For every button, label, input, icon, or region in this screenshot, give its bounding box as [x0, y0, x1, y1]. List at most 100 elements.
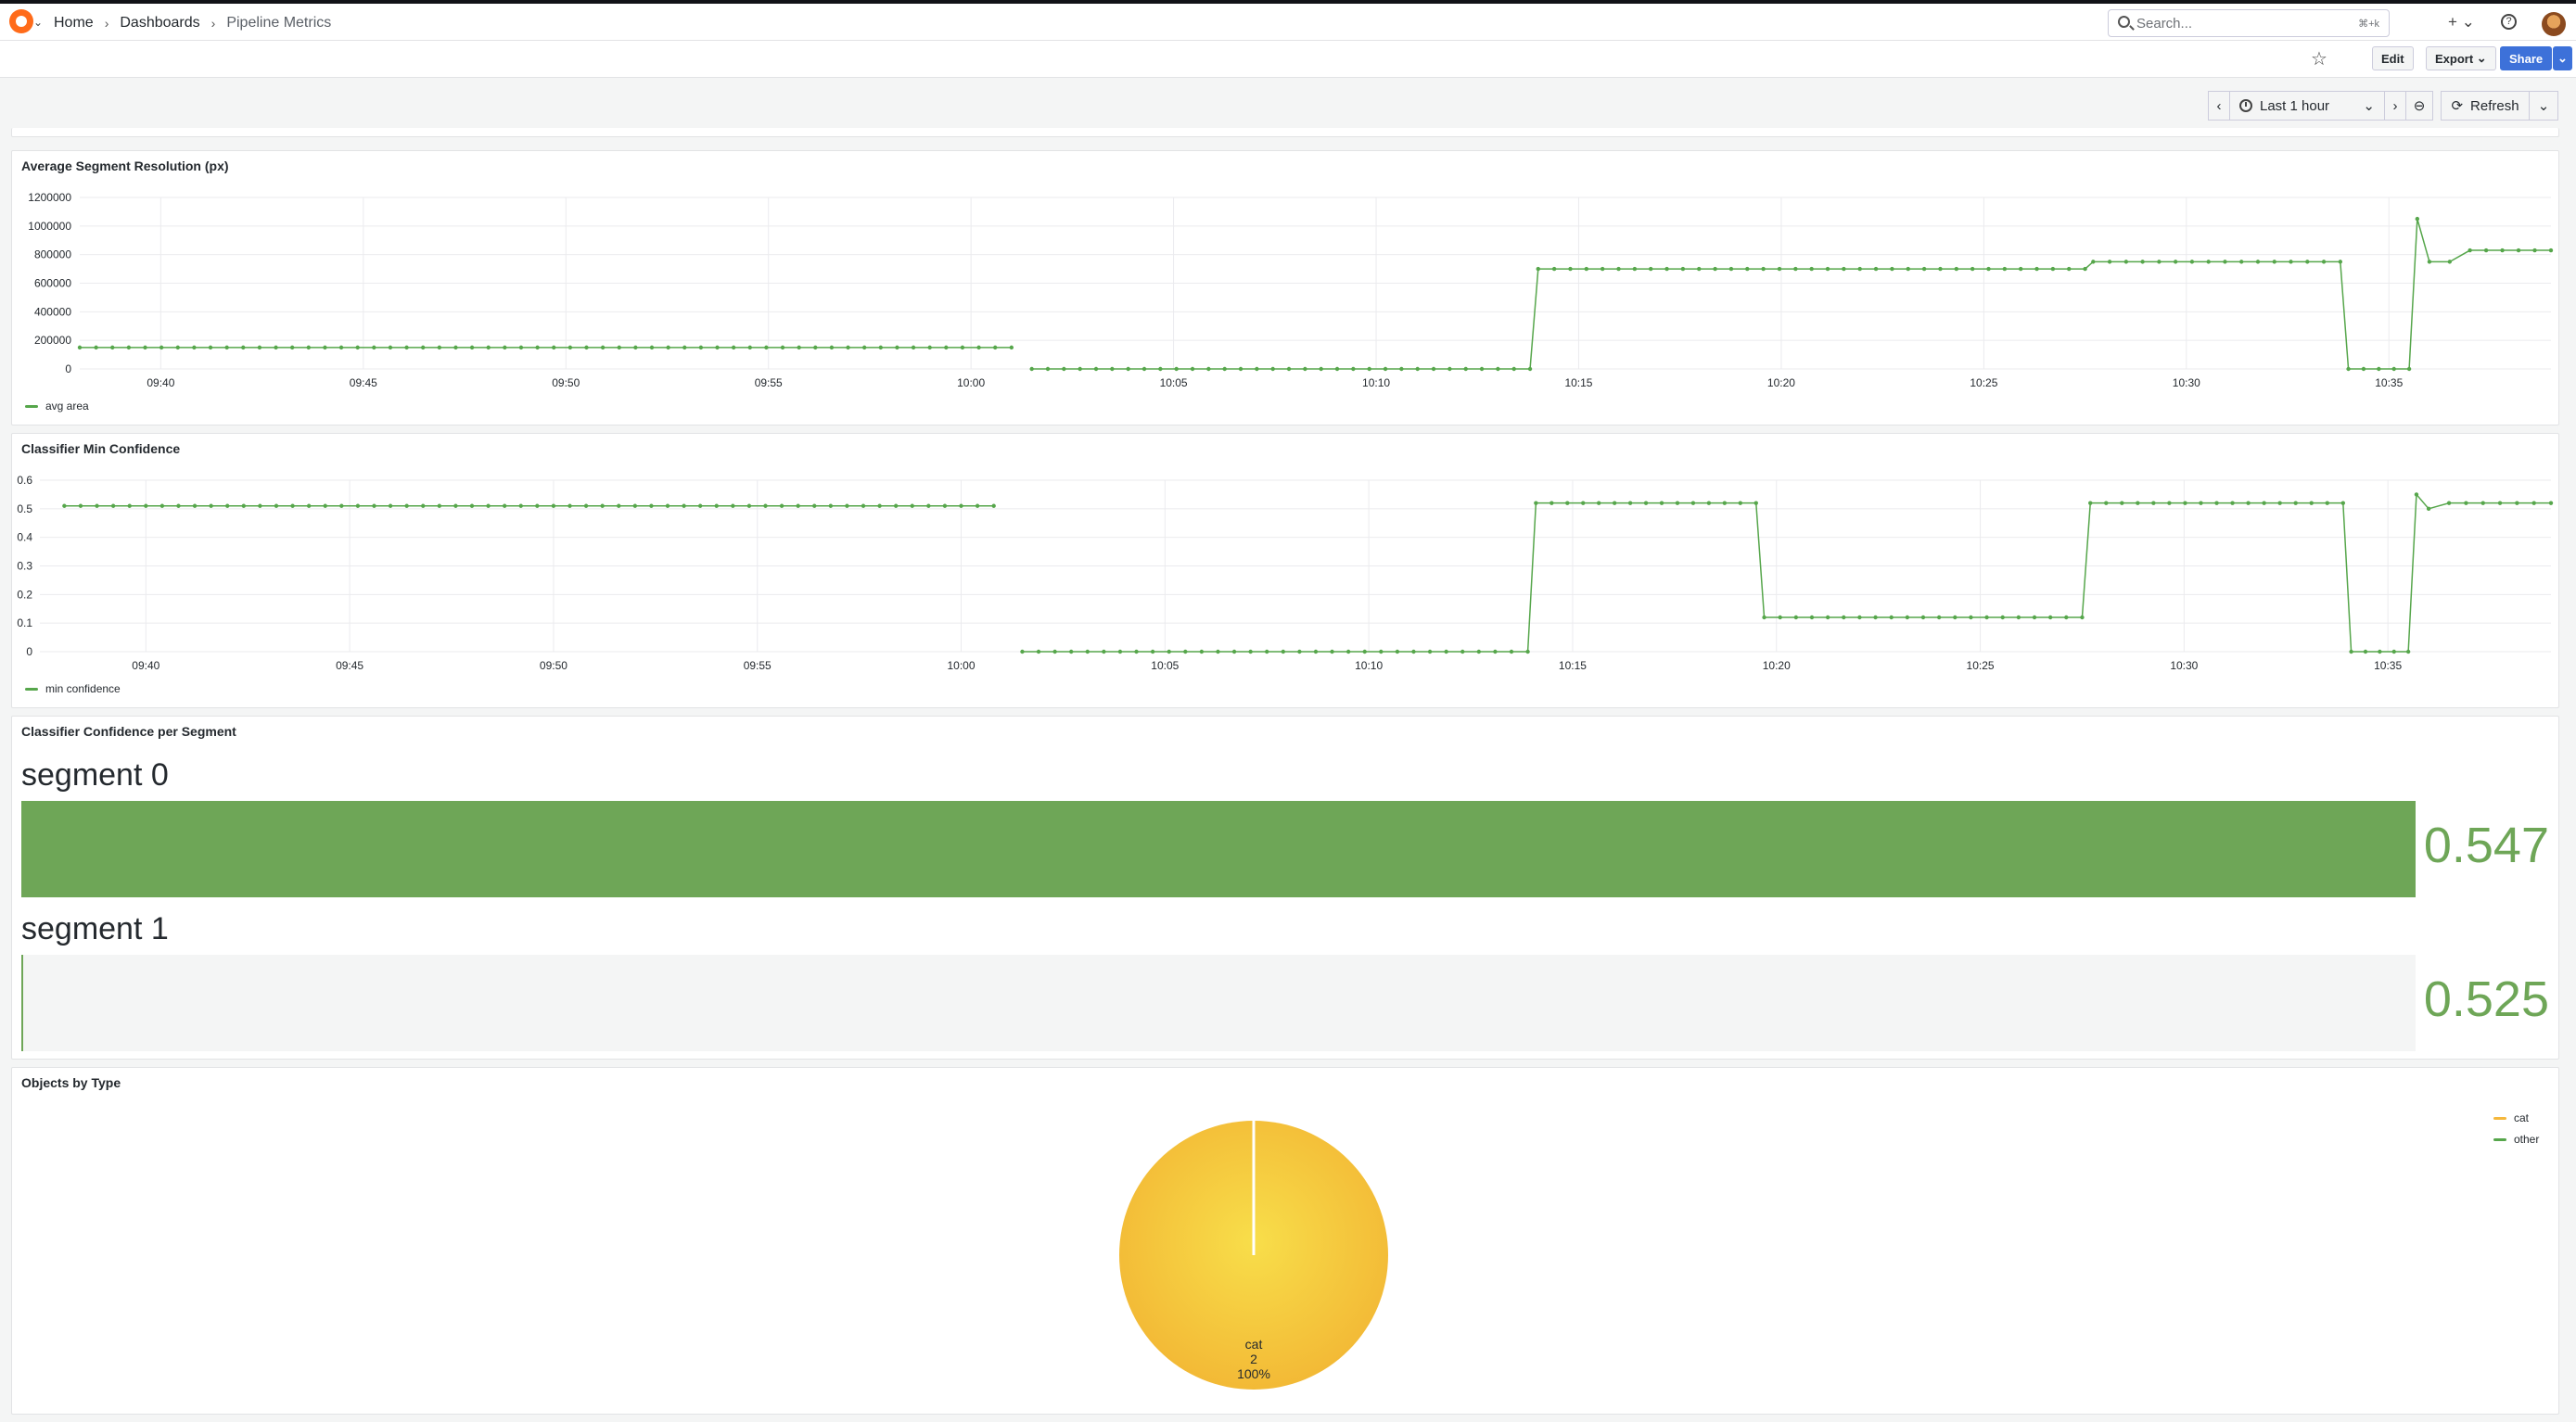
data-point	[1415, 366, 1420, 372]
panel-classifier-min-confidence[interactable]: Classifier Min Confidence 0.6 0.5 0.4 0.3 0.…	[11, 433, 2559, 708]
data-point	[584, 345, 589, 350]
x-tick-label: 10:30	[2170, 659, 2198, 672]
data-point	[1969, 615, 1973, 620]
data-point	[1690, 501, 1696, 505]
data-point	[388, 345, 393, 350]
search-input[interactable]: Search... ⌘+k	[2108, 9, 2390, 37]
data-point	[404, 503, 409, 508]
time-shift-back-button[interactable]: ‹	[2208, 91, 2230, 121]
data-point	[1728, 266, 1734, 272]
data-point	[1069, 649, 1074, 654]
plus-icon[interactable]: + ⌄	[2448, 13, 2475, 32]
data-point	[845, 503, 849, 508]
legend-swatch	[2493, 1137, 2506, 1141]
refresh-label: Refresh	[2470, 97, 2519, 114]
data-point	[993, 345, 998, 350]
refresh-interval-dropdown[interactable]: ⌄	[2529, 91, 2558, 121]
data-point	[567, 503, 572, 508]
data-point	[1496, 366, 1500, 372]
data-point	[764, 345, 769, 350]
data-point	[175, 345, 180, 350]
data-point	[1150, 649, 1155, 654]
export-button[interactable]: Export ⌄	[2426, 46, 2496, 70]
data-point	[1842, 615, 1846, 620]
refresh-icon: ⟳	[2451, 98, 2464, 114]
breadcrumb-dashboards[interactable]: Dashboards	[120, 15, 199, 32]
data-point	[1568, 266, 1573, 272]
data-point	[2091, 260, 2096, 264]
y-tick-label: 400000	[34, 305, 71, 318]
data-point	[372, 503, 376, 508]
data-point	[127, 503, 132, 508]
panel-title: Classifier Confidence per Segment	[21, 724, 236, 739]
share-button[interactable]: Share	[2500, 46, 2553, 70]
data-point	[437, 345, 442, 350]
data-point	[1286, 366, 1292, 372]
y-tick-label: 0	[65, 362, 71, 375]
legend-min-confidence[interactable]: min confidence	[25, 682, 121, 695]
legend-other[interactable]: other	[2493, 1133, 2539, 1146]
data-point	[1045, 366, 1051, 372]
data-point	[2223, 260, 2227, 264]
data-point	[1270, 366, 1275, 372]
refresh-button[interactable]: ⟳ Refresh	[2441, 91, 2530, 121]
data-point	[1825, 615, 1830, 620]
data-point	[1395, 649, 1400, 654]
panel-avg-segment-resolution[interactable]: Average Segment Resolution (px) 1200000 1…	[11, 150, 2559, 425]
legend-cat[interactable]: cat	[2493, 1111, 2529, 1124]
data-point	[110, 345, 115, 350]
data-point	[895, 345, 899, 350]
data-point	[1427, 649, 1433, 654]
data-point	[437, 503, 442, 508]
data-point	[1190, 366, 1195, 372]
data-point	[192, 503, 198, 508]
x-tick-label: 10:35	[2375, 376, 2403, 389]
data-point	[535, 503, 540, 508]
data-point	[682, 503, 686, 508]
chevron-down-icon[interactable]: ⌄	[33, 16, 43, 29]
data-point	[1762, 615, 1766, 620]
time-shift-forward-button[interactable]: ›	[2384, 91, 2406, 121]
data-point	[1984, 615, 1989, 620]
data-point	[2167, 501, 2172, 505]
data-point	[274, 503, 279, 508]
zoom-out-icon[interactable]: ⊖	[2405, 91, 2433, 121]
data-point	[2363, 649, 2368, 654]
y-tick-label: 600000	[34, 277, 71, 290]
avatar[interactable]	[2542, 12, 2566, 36]
panel-objects-by-type[interactable]: Objects by Type cat 2 100% cat other	[11, 1067, 2559, 1415]
help-icon[interactable]: ?	[2501, 14, 2517, 30]
edit-button[interactable]: Edit	[2372, 46, 2414, 70]
data-point	[2034, 266, 2039, 272]
segment-1-label: segment 1	[21, 911, 169, 946]
data-point	[975, 503, 980, 508]
breadcrumb-home[interactable]: Home	[54, 15, 94, 32]
x-tick-label: 10:15	[1559, 659, 1587, 672]
star-icon[interactable]: ☆	[2311, 47, 2327, 70]
data-point	[861, 345, 867, 350]
data-point	[731, 503, 735, 508]
data-point	[1463, 366, 1468, 372]
time-range-picker[interactable]: Last 1 hour ⌄	[2229, 91, 2385, 121]
data-point	[1362, 649, 1367, 654]
data-point	[486, 503, 491, 508]
y-tick-label: 0.1	[17, 616, 32, 629]
data-point	[1511, 366, 1516, 372]
data-point	[453, 503, 458, 508]
panel-confidence-per-segment[interactable]: Classifier Confidence per Segment segmen…	[11, 716, 2559, 1060]
data-point	[1873, 266, 1879, 272]
data-point	[893, 503, 899, 508]
data-point	[209, 503, 213, 508]
data-point	[746, 503, 752, 508]
legend-avg-area[interactable]: avg area	[25, 400, 89, 413]
x-tick-label: 10:30	[2173, 376, 2200, 389]
data-point	[95, 503, 99, 508]
grafana-logo-icon[interactable]	[9, 9, 33, 33]
share-dropdown-button[interactable]: ⌄	[2553, 46, 2572, 70]
data-point	[2189, 260, 2195, 264]
data-point	[323, 345, 327, 350]
data-point	[1126, 366, 1130, 372]
data-point	[1093, 366, 1099, 372]
data-point	[1842, 266, 1846, 272]
data-point	[649, 503, 654, 508]
